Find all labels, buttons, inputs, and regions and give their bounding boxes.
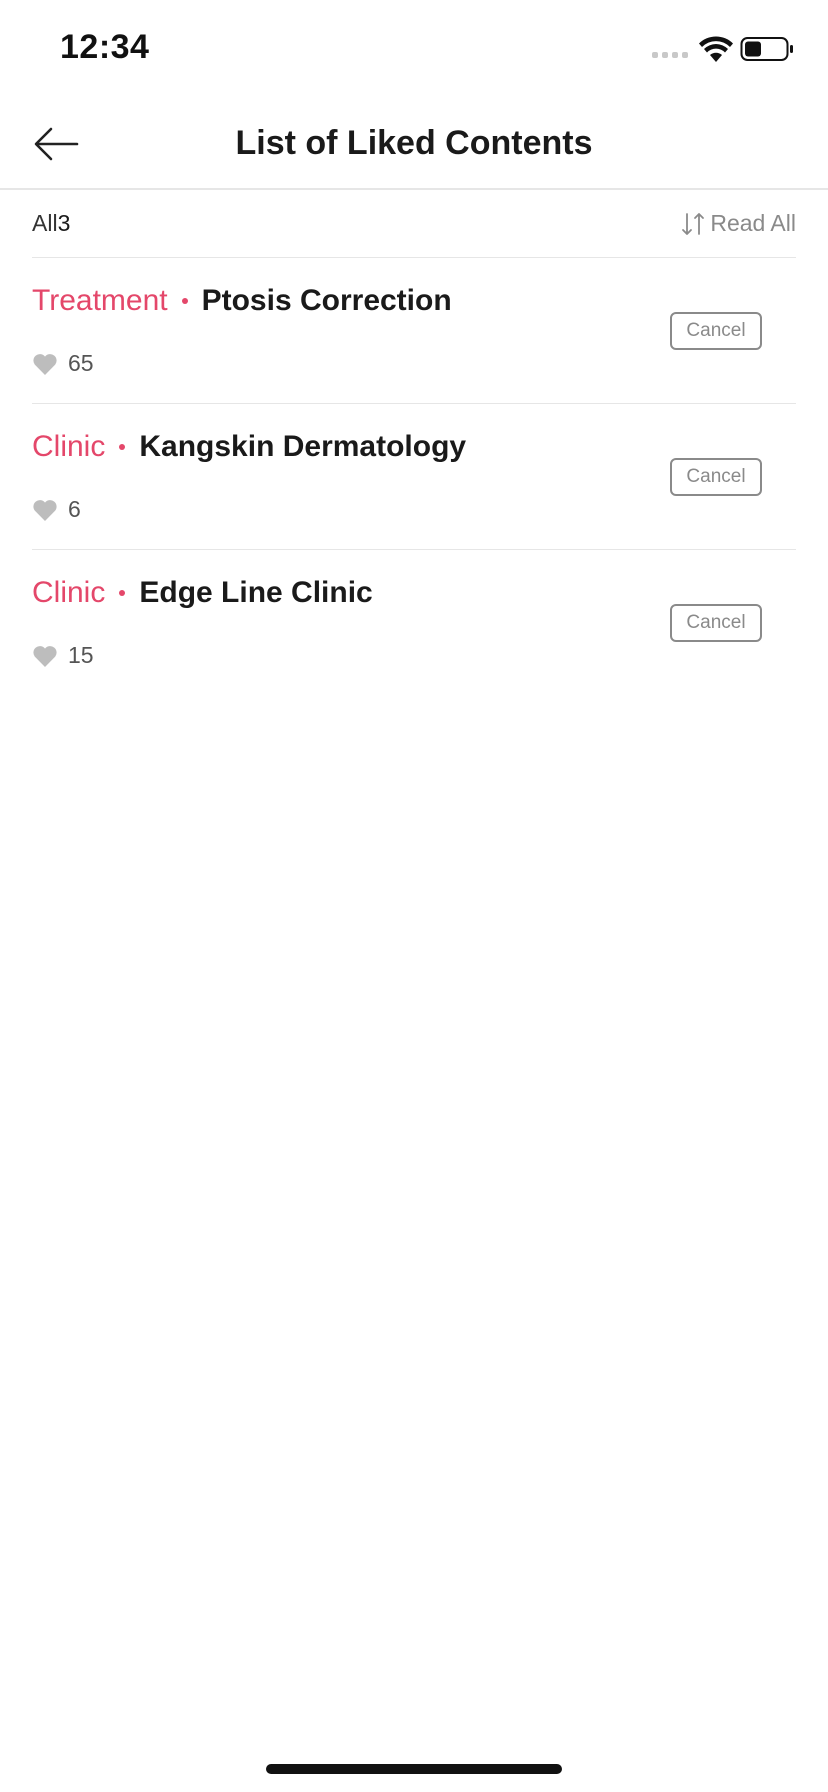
filter-bar: All3 Read All	[32, 190, 796, 258]
list-item[interactable]: Clinic Kangskin Dermatology 6 Cancel	[32, 404, 796, 550]
list-item[interactable]: Clinic Edge Line Clinic 15 Cancel	[32, 550, 796, 696]
separator-dot	[119, 444, 126, 450]
like-count-value: 6	[68, 496, 81, 522]
cancel-like-button[interactable]: Cancel	[670, 312, 762, 350]
list-item[interactable]: Treatment Ptosis Correction 65 Cancel	[32, 258, 796, 404]
read-all-label: Read All	[710, 210, 796, 236]
heart-icon	[33, 645, 57, 667]
item-name: Ptosis Correction	[201, 284, 452, 317]
cellular-signal-icon	[652, 52, 688, 58]
item-category: Clinic	[32, 430, 106, 463]
status-time: 12:34	[60, 28, 150, 66]
cancel-like-button[interactable]: Cancel	[670, 458, 762, 496]
all-filter-label: All	[32, 210, 58, 236]
separator-dot	[181, 298, 188, 304]
home-indicator[interactable]	[266, 1764, 562, 1774]
page-title: List of Liked Contents	[235, 124, 593, 162]
heart-icon	[33, 499, 57, 521]
item-title: Clinic Edge Line Clinic	[32, 576, 373, 610]
like-count: 6	[32, 496, 81, 523]
nav-bar: List of Liked Contents	[0, 100, 828, 190]
item-name: Kangskin Dermatology	[139, 430, 467, 463]
status-bar: 12:34	[0, 0, 828, 100]
sort-arrows-icon	[682, 212, 705, 235]
all-filter[interactable]: All3	[32, 210, 70, 237]
all-filter-count: 3	[57, 210, 71, 236]
item-name: Edge Line Clinic	[139, 576, 373, 609]
liked-contents-list: Treatment Ptosis Correction 65 Cancel Cl…	[32, 258, 796, 696]
cancel-like-button[interactable]: Cancel	[670, 604, 762, 642]
like-count-value: 15	[68, 642, 94, 668]
item-category: Treatment	[32, 284, 168, 317]
item-title: Treatment Ptosis Correction	[32, 284, 452, 318]
item-category: Clinic	[32, 576, 106, 609]
heart-icon	[33, 353, 57, 375]
item-title: Clinic Kangskin Dermatology	[32, 430, 466, 464]
separator-dot	[119, 590, 126, 596]
like-count: 65	[32, 350, 94, 377]
like-count-value: 65	[68, 350, 94, 376]
read-all-button[interactable]: Read All	[680, 210, 796, 237]
like-count: 15	[32, 642, 94, 669]
wifi-icon	[699, 36, 733, 62]
battery-icon	[740, 37, 793, 61]
